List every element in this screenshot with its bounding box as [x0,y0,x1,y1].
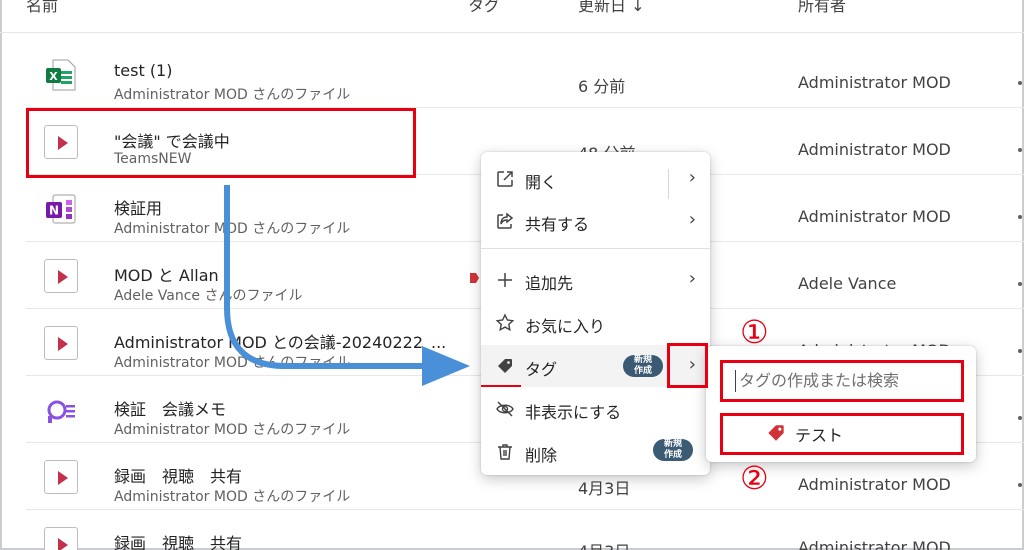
chevron-right-icon[interactable]: › [689,167,696,188]
plus-icon [495,270,515,290]
menu-item-delete[interactable]: 削除 新規 作成 [481,431,710,473]
menu-item-open[interactable]: 開く › [481,158,710,200]
step-marker-1: ① [740,313,769,351]
trash-icon [495,442,515,462]
menu-label: 共有する [525,215,590,234]
menu-label: タグ [525,360,558,379]
text-cursor [735,370,736,392]
menu-item-tag[interactable]: タグ 新規 作成 › [481,345,710,387]
tag-submenu: テスト [706,346,976,462]
menu-item-add-to[interactable]: 追加先 › [481,259,710,301]
tag-option-label: テスト [795,426,844,445]
open-external-icon [495,169,515,189]
menu-label: 開く [525,173,558,192]
chevron-right-icon: › [688,209,696,230]
star-icon [495,313,515,333]
divider [668,169,669,199]
menu-label: 削除 [525,446,558,465]
menu-label: 追加先 [525,274,574,293]
share-icon [495,211,515,231]
tag-option[interactable]: テスト [721,414,961,452]
menu-item-favorite[interactable]: お気に入り [481,302,710,344]
chevron-right-icon[interactable]: › [689,354,696,375]
menu-divider [481,248,710,249]
selection-underline [481,385,521,387]
new-badge: 新規 作成 [623,355,663,377]
tag-icon [495,356,515,376]
chevron-right-icon: › [688,268,696,289]
new-badge: 新規 作成 [653,439,693,461]
tag-search-input[interactable] [721,360,961,400]
eye-off-icon [495,399,515,419]
menu-label: 非表示にする [525,403,622,422]
menu-item-hide[interactable]: 非表示にする [481,388,710,430]
context-menu: 開く › 共有する › 追加先 › お気に入り タグ 新規 作成 › 非表示にす… [481,152,710,475]
menu-item-share[interactable]: 共有する › [481,200,710,242]
menu-label: お気に入り [525,317,606,336]
tag-icon [765,422,787,448]
step-marker-2: ② [740,459,769,497]
